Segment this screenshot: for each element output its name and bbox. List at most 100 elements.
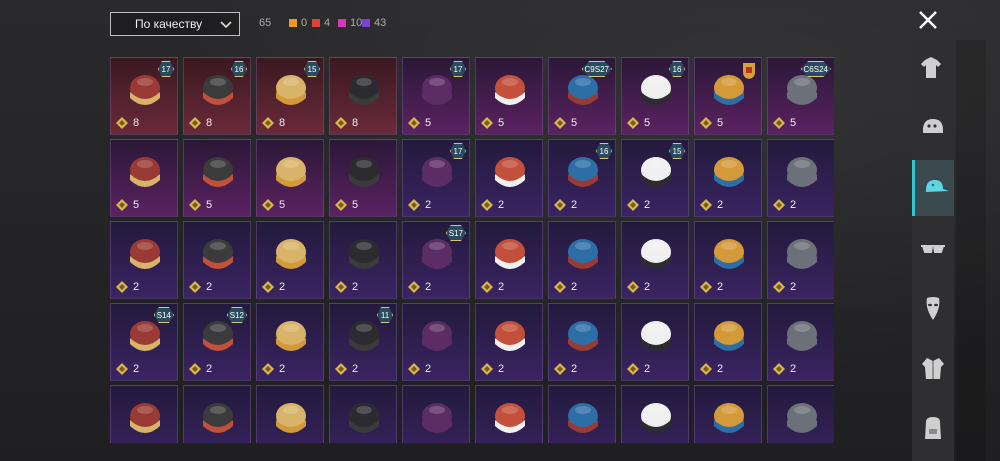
item-card-beanie-hair[interactable]: 2 xyxy=(110,221,178,299)
item-card-helmet-dark[interactable]: 8 xyxy=(329,57,397,135)
quality-swatch xyxy=(362,19,370,27)
item-count: 8 xyxy=(133,117,140,129)
sidebar-tab-helmet[interactable] xyxy=(912,100,954,156)
item-card-bucket-hair[interactable]: 2 xyxy=(329,221,397,299)
sidebar-tab-backpack[interactable] xyxy=(912,400,954,456)
sidebar-tab-outfit[interactable] xyxy=(912,40,954,96)
rarity-diamond-icon xyxy=(335,199,347,211)
red-cap-icon xyxy=(276,239,306,269)
item-card-bandana[interactable]: 5 xyxy=(329,139,397,217)
moto-helmet-icon xyxy=(203,157,233,187)
item-card-feather-hat[interactable]: 2 xyxy=(767,303,834,381)
sidebar-tab-glasses[interactable] xyxy=(912,220,954,276)
item-card-mohawk[interactable]: 2 xyxy=(475,221,543,299)
item-card-cat-hat[interactable]: 8 16 xyxy=(183,57,251,135)
item-card-red-hair[interactable]: 2 15 xyxy=(621,139,689,217)
item-card-blonde-hair[interactable]: 8 15 xyxy=(256,57,324,135)
item-card-burger-hat[interactable] xyxy=(621,385,689,443)
rarity-diamond-icon xyxy=(189,117,201,129)
item-count: 2 xyxy=(717,363,724,375)
item-card-knit-cap[interactable]: 2 xyxy=(256,303,324,381)
item-count: 5 xyxy=(717,117,724,129)
flower-crown-icon xyxy=(422,403,452,433)
item-count: 2 xyxy=(571,199,578,211)
rarity-diamond-icon xyxy=(700,363,712,375)
rarity-diamond-icon xyxy=(189,199,201,211)
item-card-hood-horns[interactable]: 8 17 xyxy=(110,57,178,135)
item-card-navy-cap[interactable]: 2 xyxy=(402,303,470,381)
item-card-shark[interactable] xyxy=(329,385,397,443)
item-card-dark-hair[interactable]: 5 C6S24 xyxy=(767,57,834,135)
item-card-samurai[interactable]: 2 xyxy=(694,303,762,381)
item-card-pink-hair[interactable]: 5 xyxy=(110,139,178,217)
rarity-diamond-icon xyxy=(554,199,566,211)
mushroom-icon xyxy=(787,239,817,269)
sort-dropdown[interactable]: По качеству xyxy=(110,12,240,36)
item-count: 2 xyxy=(279,281,286,293)
item-card-box-head[interactable] xyxy=(767,385,834,443)
item-card-luchador[interactable] xyxy=(110,385,178,443)
scroll-track xyxy=(956,40,986,461)
pigtails-icon xyxy=(495,75,525,105)
item-card-sombrero[interactable]: 2 xyxy=(548,221,616,299)
rarity-diamond-icon xyxy=(408,363,420,375)
item-card-boonie[interactable]: 2 11 xyxy=(329,303,397,381)
item-count: 2 xyxy=(571,363,578,375)
rarity-diamond-icon xyxy=(554,117,566,129)
headlamp-icon xyxy=(714,403,744,433)
item-card-red-cap[interactable]: 2 xyxy=(256,221,324,299)
item-count: 5 xyxy=(571,117,578,129)
item-card-top-hat[interactable] xyxy=(183,385,251,443)
item-card-knight-helm[interactable]: 2 S17 xyxy=(402,221,470,299)
sidebar-tab-jacket[interactable] xyxy=(912,340,954,396)
quality-count-value: 0 xyxy=(301,17,308,29)
quality-swatch xyxy=(338,19,346,27)
sidebar-tab-mask[interactable] xyxy=(912,280,954,336)
item-card-black-hood[interactable]: 5 16 xyxy=(621,57,689,135)
mohawk-icon xyxy=(495,239,525,269)
item-card-visor[interactable]: 2 xyxy=(475,303,543,381)
item-card-yellow-hat[interactable]: 2 xyxy=(621,303,689,381)
quality-count-value: 10 xyxy=(350,17,363,29)
rarity-diamond-icon xyxy=(335,363,347,375)
item-count: 2 xyxy=(644,199,651,211)
item-card-ponytail[interactable]: 2 xyxy=(475,139,543,217)
item-count: 2 xyxy=(352,363,359,375)
item-card-racing-helmet[interactable]: 5 xyxy=(694,57,762,135)
helmet-dark-icon xyxy=(349,75,379,105)
item-card-mesh-cap[interactable]: 2 xyxy=(183,221,251,299)
rarity-diamond-icon xyxy=(189,281,201,293)
pink-hair-icon xyxy=(130,157,160,187)
item-card-mushroom[interactable]: 2 xyxy=(767,221,834,299)
sidebar-tab-hat[interactable] xyxy=(912,160,954,216)
item-card-bunny-ears[interactable]: 5 xyxy=(256,139,324,217)
rarity-diamond-icon xyxy=(627,363,639,375)
item-card-sun-hat[interactable]: 2 17 xyxy=(402,139,470,217)
item-card-white-beanie[interactable]: 2 xyxy=(621,221,689,299)
item-card-pigtails[interactable]: 5 xyxy=(475,57,543,135)
item-card-fedora[interactable] xyxy=(256,385,324,443)
item-card-cake-hat[interactable] xyxy=(548,385,616,443)
item-card-red-bucket[interactable] xyxy=(475,385,543,443)
item-card-blonde-cap[interactable]: 5 17 xyxy=(402,57,470,135)
item-card-moto-helmet[interactable]: 5 xyxy=(183,139,251,217)
item-card-goggles-hair[interactable]: 2 16 xyxy=(548,139,616,217)
rarity-diamond-icon xyxy=(335,117,347,129)
item-card-headlamp[interactable] xyxy=(694,385,762,443)
item-card-army-helmet[interactable]: 2 xyxy=(548,303,616,381)
item-card-bunny-helmet[interactable]: 5 C9S27 xyxy=(548,57,616,135)
rarity-diamond-icon xyxy=(116,363,128,375)
close-icon[interactable] xyxy=(916,8,940,32)
total-count: 65 xyxy=(259,17,272,29)
item-card-cat-ears[interactable]: 2 xyxy=(767,139,834,217)
rarity-diamond-icon xyxy=(627,199,639,211)
item-card-orange-beanie[interactable]: 2 xyxy=(694,221,762,299)
box-head-icon xyxy=(787,403,817,433)
rarity-diamond-icon xyxy=(773,363,785,375)
backpack-icon xyxy=(925,417,941,439)
item-count: 2 xyxy=(352,281,359,293)
item-card-black-cap[interactable]: 2 xyxy=(694,139,762,217)
item-card-space-helm[interactable]: 2 S12 xyxy=(183,303,251,381)
item-card-flower-crown[interactable] xyxy=(402,385,470,443)
item-card-gray-helm[interactable]: 2 S14 xyxy=(110,303,178,381)
